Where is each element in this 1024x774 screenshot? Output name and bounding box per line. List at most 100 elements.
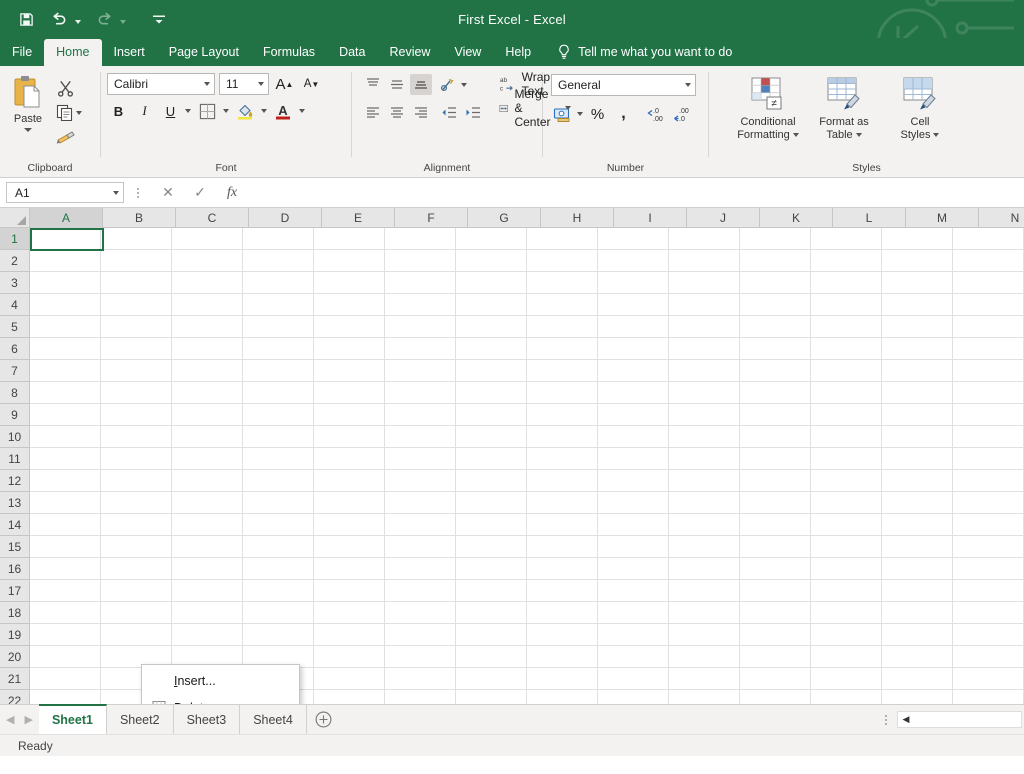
cell-A1[interactable]: [30, 228, 101, 250]
tab-file[interactable]: File: [0, 39, 44, 66]
cell-A15[interactable]: [30, 536, 101, 558]
cut-button[interactable]: [56, 78, 82, 97]
orientation-dropdown-caret[interactable]: [461, 82, 467, 87]
cell-K7[interactable]: [740, 360, 811, 382]
cell-G22[interactable]: [456, 690, 527, 704]
cell-M1[interactable]: [882, 228, 953, 250]
column-header-G[interactable]: G: [468, 208, 541, 228]
cell-E15[interactable]: [314, 536, 385, 558]
cell-H21[interactable]: [527, 668, 598, 690]
font-family-combo[interactable]: Calibri: [107, 73, 215, 95]
cell-M9[interactable]: [882, 404, 953, 426]
row-header-1[interactable]: 1: [0, 228, 29, 250]
column-header-F[interactable]: F: [395, 208, 468, 228]
orientation-button[interactable]: [437, 74, 459, 95]
accounting-format-button[interactable]: [551, 103, 574, 125]
cell-H12[interactable]: [527, 470, 598, 492]
cell-M6[interactable]: [882, 338, 953, 360]
cell-F5[interactable]: [385, 316, 456, 338]
cell-J4[interactable]: [669, 294, 740, 316]
cell-B13[interactable]: [101, 492, 172, 514]
cell-K8[interactable]: [740, 382, 811, 404]
cell-B1[interactable]: [101, 228, 172, 250]
cell-L15[interactable]: [811, 536, 882, 558]
cell-B9[interactable]: [101, 404, 172, 426]
cell-H8[interactable]: [527, 382, 598, 404]
cell-G11[interactable]: [456, 448, 527, 470]
cell-J5[interactable]: [669, 316, 740, 338]
cell-H13[interactable]: [527, 492, 598, 514]
row-header-20[interactable]: 20: [0, 646, 29, 668]
cell-I7[interactable]: [598, 360, 669, 382]
cell-C5[interactable]: [172, 316, 243, 338]
context-menu-item-delete[interactable]: Delete: [142, 694, 299, 704]
format-as-table-caret[interactable]: [855, 133, 862, 138]
cell-H15[interactable]: [527, 536, 598, 558]
cell-L11[interactable]: [811, 448, 882, 470]
cell-J18[interactable]: [669, 602, 740, 624]
cell-N19[interactable]: [953, 624, 1024, 646]
sheet-tab-sheet3[interactable]: Sheet3: [174, 705, 241, 734]
tell-me-search[interactable]: Tell me what you want to do: [543, 40, 742, 66]
borders-dropdown-caret[interactable]: [223, 109, 229, 113]
cell-I20[interactable]: [598, 646, 669, 668]
cell-L17[interactable]: [811, 580, 882, 602]
cell-C11[interactable]: [172, 448, 243, 470]
cell-C3[interactable]: [172, 272, 243, 294]
cell-K4[interactable]: [740, 294, 811, 316]
cell-L2[interactable]: [811, 250, 882, 272]
cell-K9[interactable]: [740, 404, 811, 426]
cell-I5[interactable]: [598, 316, 669, 338]
cell-L20[interactable]: [811, 646, 882, 668]
row-header-4[interactable]: 4: [0, 294, 29, 316]
cell-C10[interactable]: [172, 426, 243, 448]
cell-A11[interactable]: [30, 448, 101, 470]
cell-C8[interactable]: [172, 382, 243, 404]
cell-C15[interactable]: [172, 536, 243, 558]
row-header-11[interactable]: 11: [0, 448, 29, 470]
cell-K17[interactable]: [740, 580, 811, 602]
customize-quick-access-icon[interactable]: [149, 9, 169, 29]
cell-N6[interactable]: [953, 338, 1024, 360]
cell-G13[interactable]: [456, 492, 527, 514]
tab-view[interactable]: View: [442, 39, 493, 66]
cell-N20[interactable]: [953, 646, 1024, 668]
cell-A3[interactable]: [30, 272, 101, 294]
align-left-button[interactable]: [362, 102, 384, 123]
cell-I18[interactable]: [598, 602, 669, 624]
cell-F7[interactable]: [385, 360, 456, 382]
cell-M15[interactable]: [882, 536, 953, 558]
cell-L14[interactable]: [811, 514, 882, 536]
cell-M16[interactable]: [882, 558, 953, 580]
cell-D2[interactable]: [243, 250, 314, 272]
number-format-combo[interactable]: General: [551, 74, 696, 96]
font-size-combo[interactable]: 11: [219, 73, 269, 95]
font-color-dropdown-caret[interactable]: [299, 109, 305, 113]
row-header-12[interactable]: 12: [0, 470, 29, 492]
cell-N9[interactable]: [953, 404, 1024, 426]
cancel-entry-icon[interactable]: ✕: [152, 182, 184, 204]
cell-E5[interactable]: [314, 316, 385, 338]
cell-A20[interactable]: [30, 646, 101, 668]
cell-J11[interactable]: [669, 448, 740, 470]
cell-K14[interactable]: [740, 514, 811, 536]
row-header-6[interactable]: 6: [0, 338, 29, 360]
cell-N21[interactable]: [953, 668, 1024, 690]
cell-N18[interactable]: [953, 602, 1024, 624]
cell-N1[interactable]: [953, 228, 1024, 250]
cell-M21[interactable]: [882, 668, 953, 690]
cell-M8[interactable]: [882, 382, 953, 404]
cell-C19[interactable]: [172, 624, 243, 646]
cell-E10[interactable]: [314, 426, 385, 448]
cell-B16[interactable]: [101, 558, 172, 580]
cell-H7[interactable]: [527, 360, 598, 382]
cell-J2[interactable]: [669, 250, 740, 272]
cell-A17[interactable]: [30, 580, 101, 602]
cell-I10[interactable]: [598, 426, 669, 448]
cell-H14[interactable]: [527, 514, 598, 536]
cell-K2[interactable]: [740, 250, 811, 272]
cell-L7[interactable]: [811, 360, 882, 382]
increase-indent-button[interactable]: [461, 102, 483, 123]
cell-H17[interactable]: [527, 580, 598, 602]
cell-B2[interactable]: [101, 250, 172, 272]
